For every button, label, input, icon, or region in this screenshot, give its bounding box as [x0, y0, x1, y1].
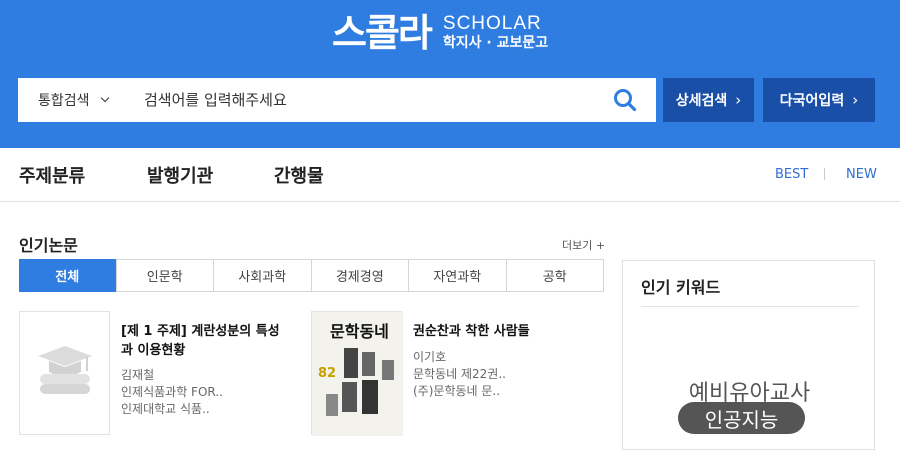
paper-journal: 문학동네 제22권.. [413, 367, 506, 381]
more-link[interactable]: 더보기 + [562, 237, 605, 253]
nav-item-publisher[interactable]: 발행기관 [147, 162, 213, 188]
popular-papers-title: 인기논문 [19, 236, 78, 255]
logo-subtitle: 학지사 · 교보문고 [442, 35, 549, 51]
tab-natural-science[interactable]: 자연과학 [408, 260, 506, 291]
journal-cover[interactable]: 문학동네 82 [311, 311, 403, 436]
logo-english: SCHOLAR [442, 13, 542, 34]
tab-all[interactable]: 전체 [19, 259, 116, 292]
new-link[interactable]: NEW [846, 167, 877, 182]
best-link[interactable]: BEST [775, 167, 808, 182]
search-icon[interactable] [613, 88, 637, 112]
paper-author: 김재철 [121, 368, 155, 382]
nav-divider [824, 168, 825, 180]
detail-search-button[interactable]: 상세검색 › [663, 78, 754, 122]
site-logo[interactable]: 스콜라 SCHOLAR 학지사 · 교보문고 [332, 10, 548, 56]
logo-korean: 스콜라 [332, 11, 433, 55]
nav-item-periodical[interactable]: 간행물 [274, 162, 324, 188]
detail-search-label: 상세검색 [675, 93, 728, 109]
multilang-input-button[interactable]: 다국어입력 › [763, 78, 875, 122]
search-category-select[interactable]: 통합검색 [38, 78, 109, 122]
popular-keywords-title: 인기 키워드 [641, 278, 721, 297]
nav-item-subject[interactable]: 주제분류 [19, 162, 85, 188]
tab-social-science[interactable]: 사회과학 [213, 260, 311, 291]
site-header: 스콜라 SCHOLAR 학지사 · 교보문고 통합검색 상세검색 › 다국어입력 › [0, 0, 900, 148]
cover-title: 문학동네 [330, 322, 389, 341]
cover-number: 82 [318, 366, 337, 381]
paper-thumbnail[interactable] [19, 311, 110, 435]
divider [641, 306, 859, 307]
search-input[interactable] [144, 86, 594, 114]
paper-publisher: (주)문학동네 문.. [413, 384, 501, 398]
search-category-label: 통합검색 [38, 93, 90, 109]
chevron-right-icon: › [735, 91, 742, 109]
paper-title[interactable]: 권순찬과 착한 사람들 [413, 322, 593, 341]
tab-economics[interactable]: 경제경영 [310, 260, 409, 291]
paper-title[interactable]: [제 1 주제] 계란성분의 특성과 이용현황 [121, 322, 291, 360]
paper-journal: 인제식품과학 FOR.. [121, 385, 223, 399]
tab-engineering[interactable]: 공학 [505, 260, 604, 291]
multilang-input-label: 다국어입력 [779, 93, 845, 109]
paper-author: 이기호 [413, 350, 447, 364]
paper-publisher: 인제대학교 식품.. [121, 402, 210, 416]
category-tabs: 전체 인문학 사회과학 경제경영 자연과학 공학 [19, 259, 604, 292]
popular-keywords-panel: 인기 키워드 예비유아교사 인공지능 [622, 260, 875, 450]
main-nav: 주제분류 발행기관 간행물 BEST NEW [0, 148, 900, 202]
chevron-right-icon: › [852, 91, 859, 109]
keyword-item-highlighted[interactable]: 인공지능 [678, 402, 805, 434]
tab-humanities[interactable]: 인문학 [115, 260, 214, 291]
graduation-cap-book-icon [38, 346, 92, 394]
search-box: 통합검색 [18, 78, 656, 122]
chevron-down-icon [100, 93, 109, 103]
